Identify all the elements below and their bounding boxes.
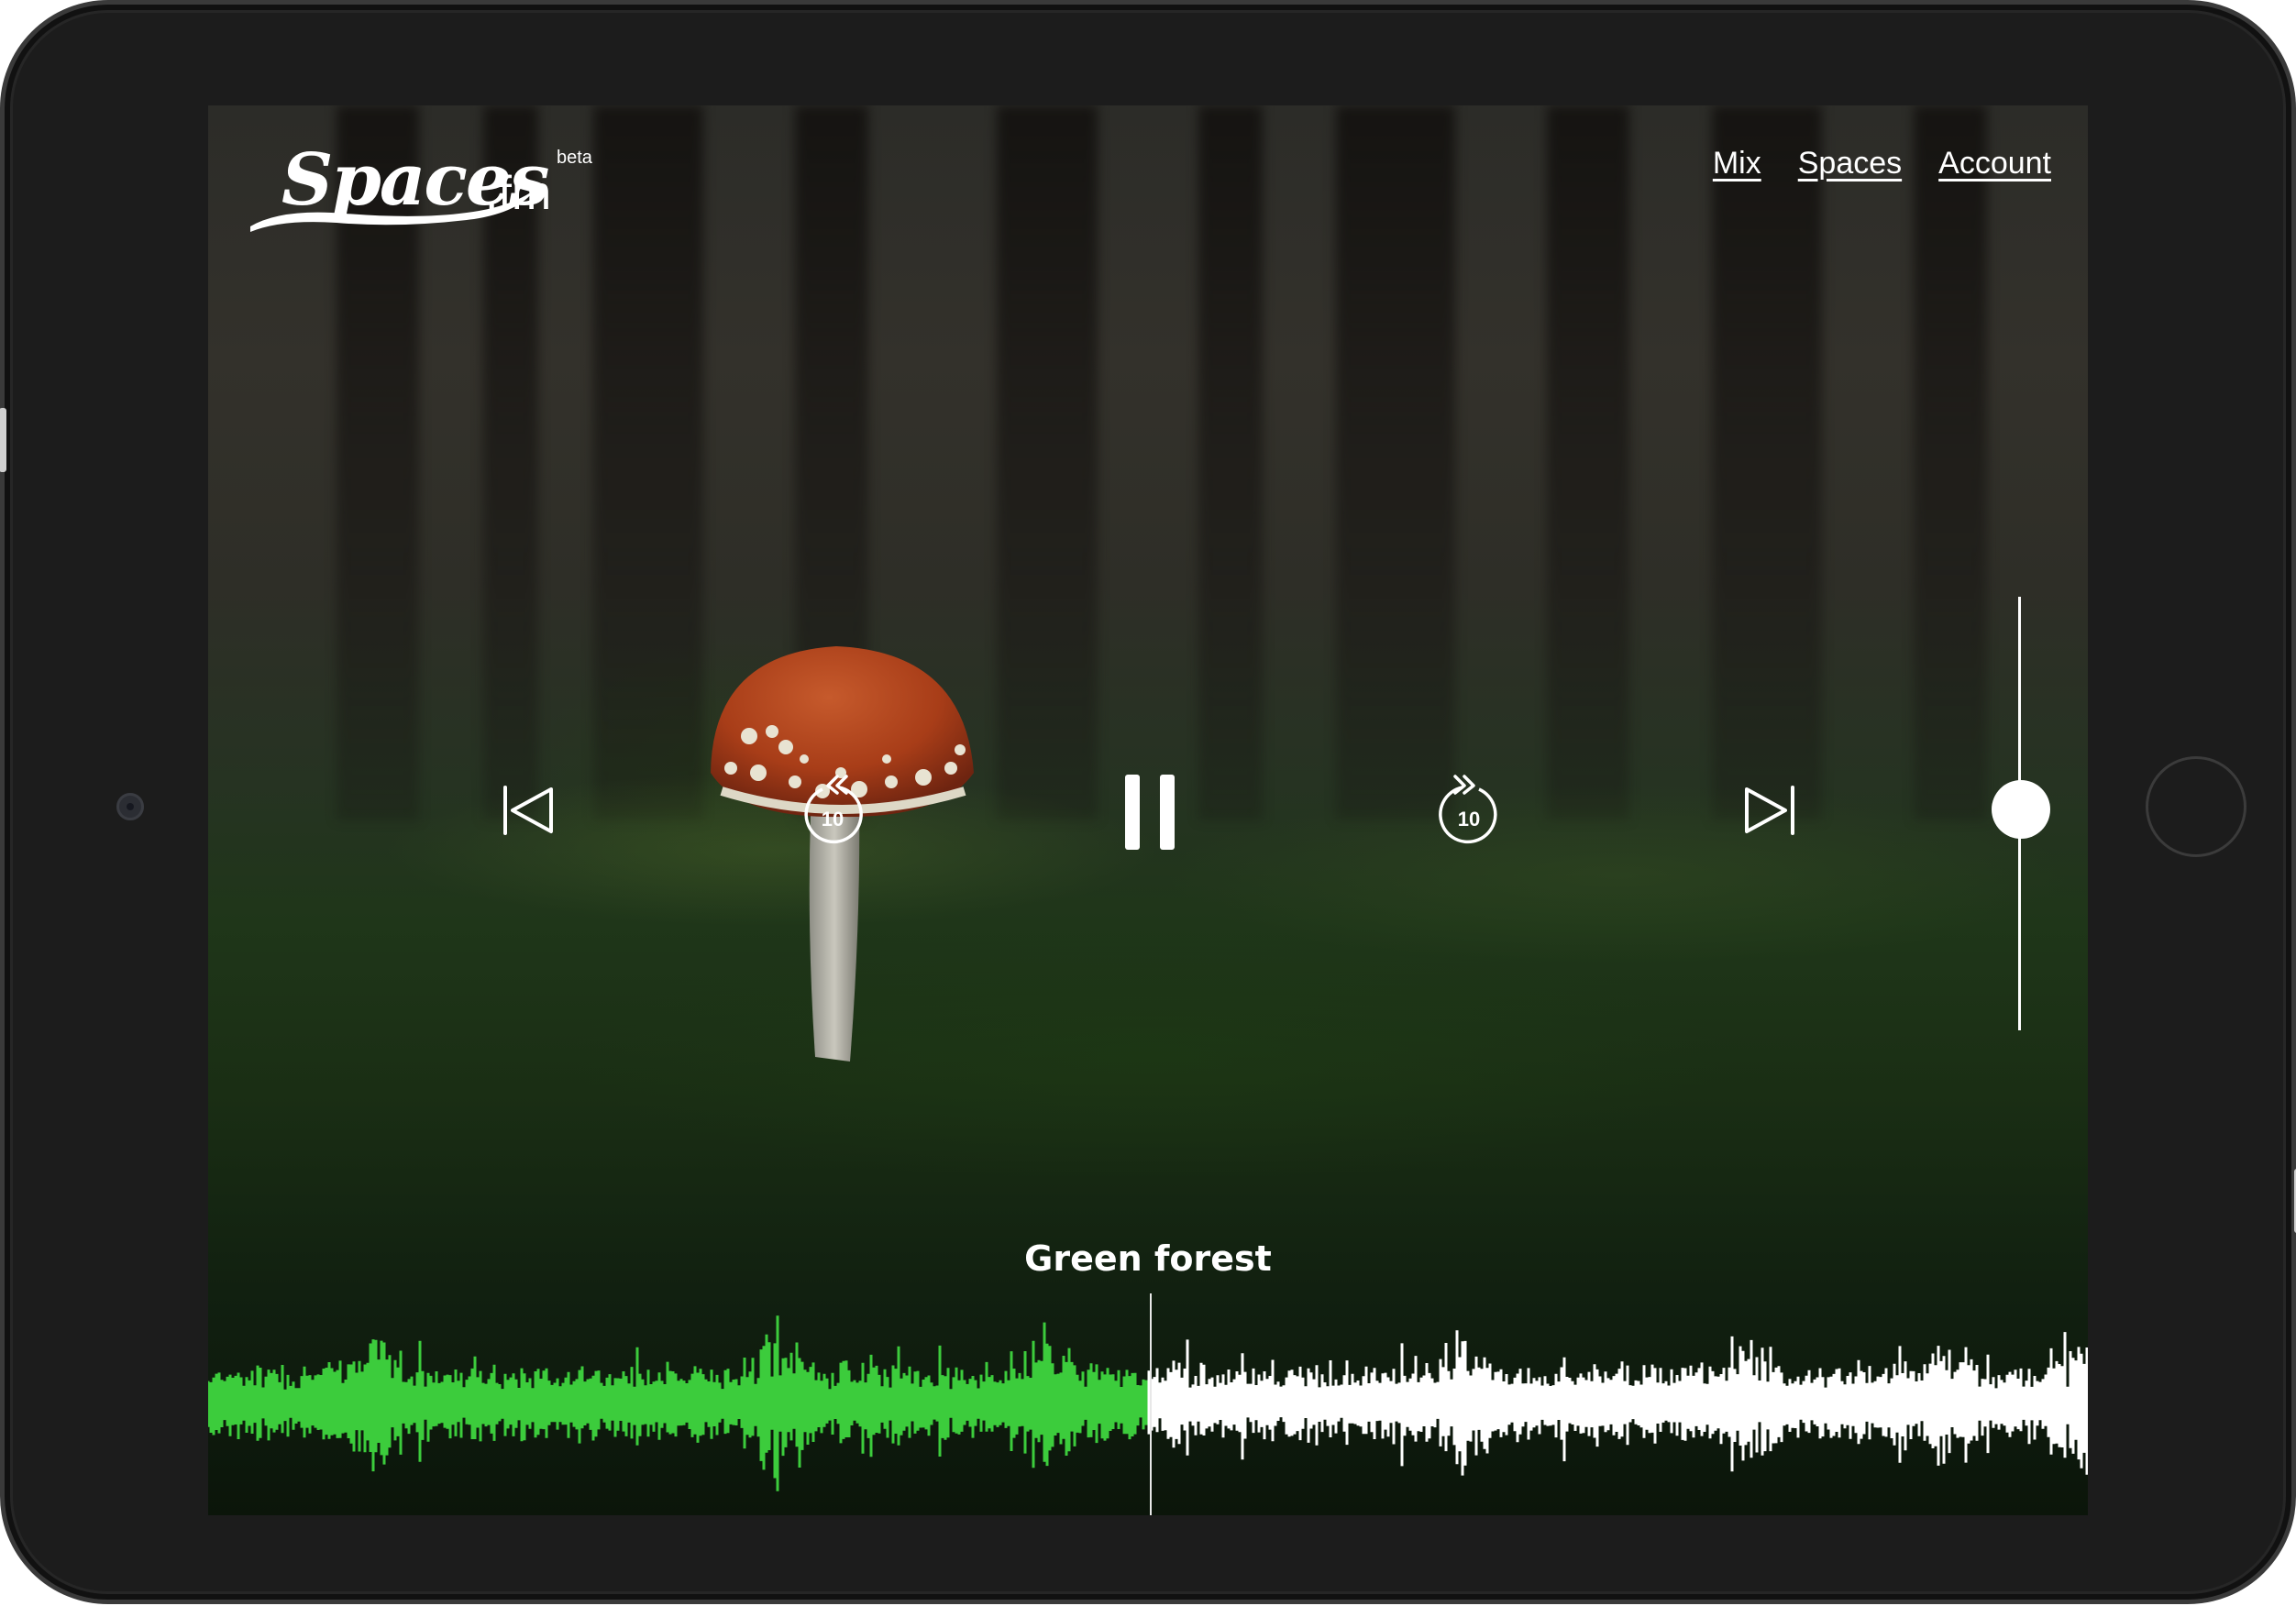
nav-link-spaces[interactable]: Spaces (1798, 146, 1902, 182)
rewind-10-button[interactable]: 10 (800, 775, 865, 848)
nav-link-mix[interactable]: Mix (1713, 146, 1761, 182)
top-nav: Mix Spaces Account (1713, 146, 2051, 182)
track-title: Green forest (1024, 1238, 1272, 1279)
beta-badge: beta (557, 148, 592, 168)
app-screen: Spaces .fm beta Mix Spaces Account 10 10… (208, 105, 2088, 1515)
forward-seconds-label: 10 (1457, 808, 1481, 830)
spaces-fm-logo[interactable]: Spaces .fm beta (245, 135, 592, 236)
skip-next-icon (1745, 786, 1794, 835)
front-camera (116, 793, 144, 820)
next-track-button[interactable] (1741, 782, 1798, 839)
waveform-played (208, 1315, 1148, 1491)
waveform-scrubber[interactable] (208, 1315, 2088, 1515)
waveform-unplayed (1147, 1330, 2088, 1476)
rewind-seconds-label: 10 (821, 808, 844, 830)
previous-track-button[interactable] (500, 782, 557, 839)
forward-10-button[interactable]: 10 (1437, 775, 1501, 848)
volume-slider-handle[interactable] (1992, 780, 2050, 839)
pause-icon (1125, 775, 1175, 850)
pause-button[interactable] (1120, 773, 1180, 852)
skip-previous-icon (503, 786, 553, 835)
mushroom-image (711, 646, 974, 1062)
home-button[interactable] (2146, 756, 2246, 857)
tablet-frame: Spaces .fm beta Mix Spaces Account 10 10… (0, 0, 2296, 1604)
nav-link-account[interactable]: Account (1938, 146, 2051, 182)
playhead[interactable] (1150, 1293, 1152, 1515)
logo-suffix: .fm (485, 167, 552, 220)
device-side-button-top (0, 408, 6, 472)
